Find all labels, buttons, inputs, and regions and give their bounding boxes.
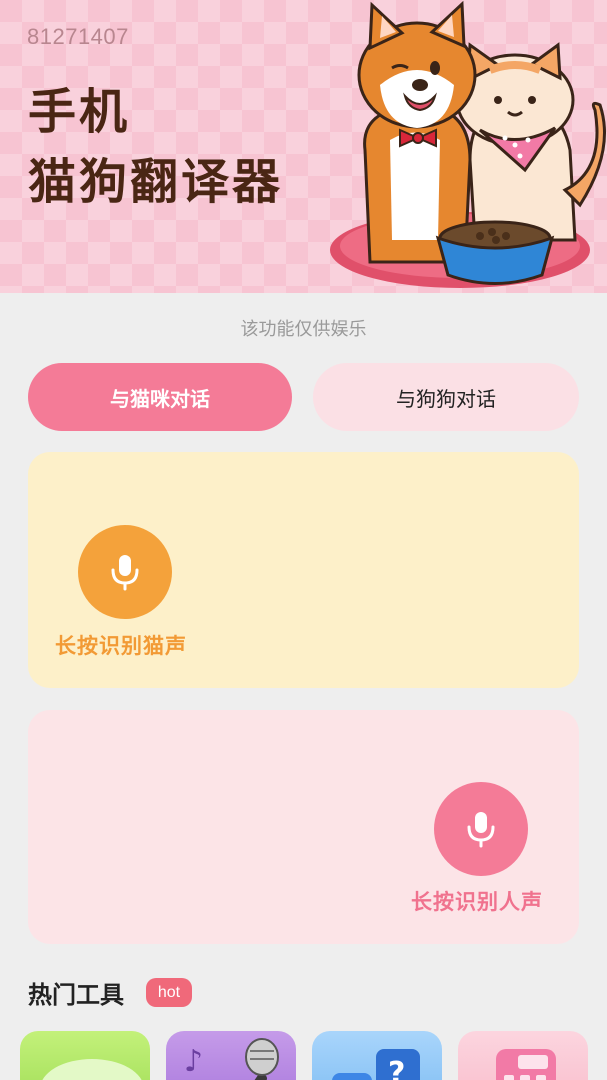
entertainment-notice: 该功能仅供娱乐 bbox=[240, 319, 367, 340]
hot-badge: hot bbox=[146, 978, 192, 1007]
microphone-icon bbox=[111, 555, 139, 591]
svg-text:?: ? bbox=[388, 1056, 405, 1080]
tab-talk-with-dog[interactable]: 与狗狗对话 bbox=[313, 363, 579, 431]
calculator-icon bbox=[496, 1049, 556, 1080]
banner-title-line1: 手机 bbox=[28, 84, 131, 140]
tool-card-quiz[interactable]: ? bbox=[312, 1031, 442, 1080]
hot-tools-title: 热门工具 bbox=[28, 981, 124, 1009]
tool-card-chat[interactable] bbox=[20, 1031, 150, 1080]
question-blocks-icon: ? bbox=[332, 1049, 420, 1080]
microphone-icon bbox=[467, 812, 495, 848]
tool-card-calculator[interactable] bbox=[458, 1031, 588, 1080]
chat-bubble-icon bbox=[42, 1059, 142, 1080]
human-voice-card: 长按识别人声 bbox=[28, 710, 579, 944]
cat-voice-record-button[interactable] bbox=[78, 525, 172, 619]
banner-id-text: 81271407 bbox=[27, 24, 129, 49]
human-voice-record-button[interactable] bbox=[434, 782, 528, 876]
svg-text:♪: ♪ bbox=[184, 1044, 203, 1079]
cat-voice-label: 长按识别猫声 bbox=[55, 634, 187, 658]
human-voice-label: 长按识别人声 bbox=[411, 890, 543, 914]
cat-voice-card: 长按识别猫声 bbox=[28, 452, 579, 688]
tool-card-music[interactable]: ♪ bbox=[166, 1031, 296, 1080]
dog-and-cat-illustration bbox=[330, 0, 606, 288]
banner-title-line2: 猫狗翻译器 bbox=[28, 154, 284, 210]
music-microphone-icon: ♪ bbox=[184, 1038, 279, 1080]
banner: 81271407 手机 猫狗翻译器 bbox=[0, 0, 607, 293]
tab-talk-with-cat[interactable]: 与猫咪对话 bbox=[28, 363, 292, 431]
